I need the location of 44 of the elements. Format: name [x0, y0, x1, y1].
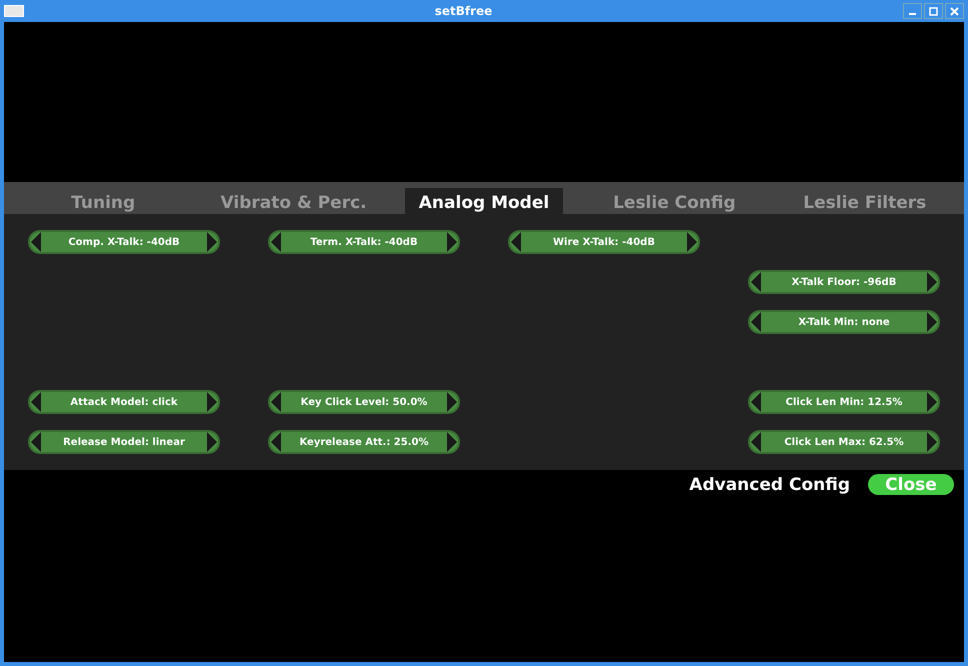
footer-title: Advanced Config [689, 474, 850, 494]
value-spinner[interactable]: Click Len Min: 12.5% [748, 390, 940, 414]
tab[interactable]: Leslie Config [595, 188, 754, 214]
increment-icon[interactable] [206, 432, 218, 452]
increment-icon[interactable] [926, 272, 938, 292]
decrement-icon[interactable] [750, 272, 762, 292]
value-spinner[interactable]: Key Click Level: 50.0% [268, 390, 460, 414]
increment-icon[interactable] [206, 392, 218, 412]
value-spinner[interactable]: Release Model: linear [28, 430, 220, 454]
minimize-icon[interactable] [903, 3, 922, 19]
value-spinner[interactable]: Click Len Max: 62.5% [748, 430, 940, 454]
window-title: setBfree [434, 4, 494, 18]
close-icon[interactable] [945, 3, 964, 19]
value-spinner[interactable]: Term. X-Talk: -40dB [268, 230, 460, 254]
value-spinner[interactable]: Keyrelease Att.: 25.0% [268, 430, 460, 454]
decrement-icon[interactable] [750, 432, 762, 452]
app-icon [4, 5, 24, 17]
decrement-icon[interactable] [270, 432, 282, 452]
tab[interactable]: Vibrato & Perc. [214, 188, 373, 214]
decrement-icon[interactable] [30, 432, 42, 452]
value-spinner[interactable]: Wire X-Talk: -40dB [508, 230, 700, 254]
decrement-icon[interactable] [750, 312, 762, 332]
increment-icon[interactable] [446, 232, 458, 252]
value-spinner[interactable]: Attack Model: click [28, 390, 220, 414]
value-spinner[interactable]: Comp. X-Talk: -40dB [28, 230, 220, 254]
value-spinner[interactable]: X-Talk Min: none [748, 310, 940, 334]
tab[interactable]: Tuning [24, 188, 182, 214]
increment-icon[interactable] [446, 392, 458, 412]
increment-icon[interactable] [926, 312, 938, 332]
increment-icon[interactable] [926, 432, 938, 452]
increment-icon[interactable] [446, 432, 458, 452]
increment-icon[interactable] [686, 232, 698, 252]
tab[interactable]: Leslie Filters [786, 188, 944, 214]
decrement-icon[interactable] [270, 392, 282, 412]
increment-icon[interactable] [926, 392, 938, 412]
decrement-icon[interactable] [30, 232, 42, 252]
decrement-icon[interactable] [510, 232, 522, 252]
tab[interactable]: Analog Model [404, 188, 564, 214]
maximize-icon[interactable] [924, 3, 943, 19]
increment-icon[interactable] [206, 232, 218, 252]
decrement-icon[interactable] [750, 392, 762, 412]
value-spinner[interactable]: X-Talk Floor: -96dB [748, 270, 940, 294]
decrement-icon[interactable] [30, 392, 42, 412]
decrement-icon[interactable] [270, 232, 282, 252]
